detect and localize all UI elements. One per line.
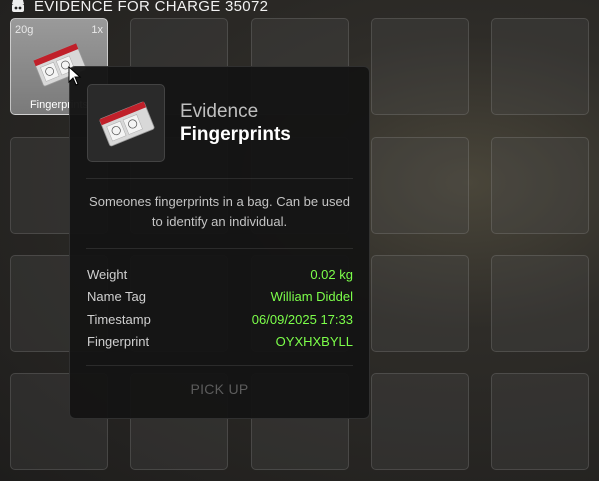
inventory-title: EVIDENCE FOR CHARGE 35072 <box>34 0 269 15</box>
stat-row-weight: Weight 0.02 kg <box>87 263 353 286</box>
stat-row-name-tag: Name Tag William Diddel <box>87 286 353 309</box>
tooltip-item-name: Fingerprints <box>180 124 291 145</box>
item-tooltip: Evidence Fingerprints Someones fingerpri… <box>69 66 370 419</box>
inventory-slot-empty[interactable] <box>491 255 589 352</box>
slot-weight: 20g <box>15 24 34 36</box>
inventory-slot-empty[interactable] <box>491 18 589 115</box>
inventory-slot-empty[interactable] <box>371 373 469 470</box>
stat-value: 06/09/2025 17:33 <box>251 311 353 327</box>
stat-label: Weight <box>87 266 128 282</box>
tooltip-description: Someones fingerprints in a bag. Can be u… <box>89 194 350 229</box>
inventory-slot-empty[interactable] <box>371 137 469 234</box>
divider <box>86 365 353 366</box>
stat-label: Name Tag <box>87 289 147 305</box>
tooltip-item-category: Evidence <box>180 101 259 122</box>
inventory-slot-empty[interactable] <box>371 18 469 115</box>
stat-row-timestamp: Timestamp 06/09/2025 17:33 <box>87 308 353 331</box>
inventory-slot-empty[interactable] <box>491 137 589 234</box>
evidence-icon <box>12 0 24 12</box>
stat-value: 0.02 kg <box>310 266 353 282</box>
inventory-header: EVIDENCE FOR CHARGE 35072 <box>10 0 268 16</box>
inventory-slot-empty[interactable] <box>371 255 469 352</box>
pick-up-button[interactable]: PICK UP <box>70 381 369 397</box>
stat-row-fingerprint: Fingerprint OYXHXBYLL <box>87 331 353 354</box>
divider <box>86 248 353 249</box>
stat-label: Fingerprint <box>87 334 150 350</box>
tooltip-stats: Weight 0.02 kg Name Tag William Diddel T… <box>87 263 353 353</box>
stat-value: William Diddel <box>270 289 353 305</box>
slot-count: 1x <box>91 24 103 36</box>
stat-value: OYXHXBYLL <box>275 334 353 350</box>
fingerprint-bag-icon <box>99 101 155 147</box>
stat-label: Timestamp <box>87 311 151 327</box>
tooltip-item-thumbnail <box>87 84 165 162</box>
mouse-cursor-icon <box>68 66 82 86</box>
inventory-slot-empty[interactable] <box>491 373 589 470</box>
divider <box>86 178 353 179</box>
